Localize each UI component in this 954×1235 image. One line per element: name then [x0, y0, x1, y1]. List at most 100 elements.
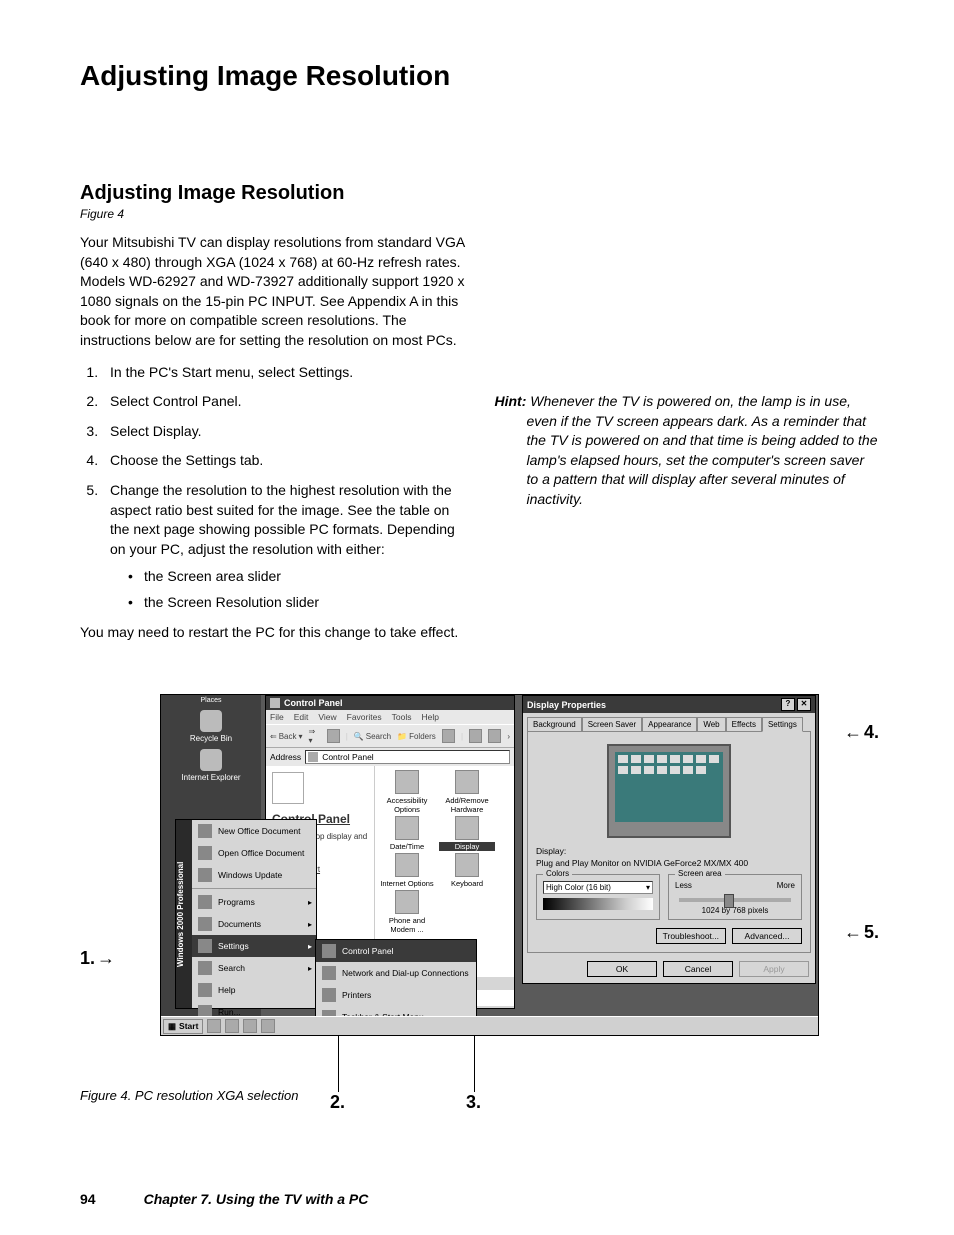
search-icon [198, 961, 212, 975]
cp-icon-keyboard[interactable]: Keyboard [439, 853, 495, 888]
up-icon[interactable] [327, 729, 340, 743]
callout-2: 2. [330, 1092, 345, 1113]
tray-icon[interactable] [207, 1019, 221, 1033]
screenshot-figure: Places Recycle Bin Internet Explorer Con… [160, 694, 819, 1036]
colors-combo[interactable]: High Color (16 bit)▾ [543, 881, 653, 894]
start-menu: Windows 2000 Professional New Office Doc… [175, 819, 317, 1009]
documents-icon [198, 917, 212, 931]
start-button[interactable]: ▦Start [163, 1019, 203, 1034]
sm-programs[interactable]: Programs▸ [192, 891, 316, 913]
chapter-title: Chapter 7. Using the TV with a PC [144, 1191, 369, 1207]
less-label: Less [675, 881, 692, 890]
sm-open-office[interactable]: Open Office Document [192, 842, 316, 864]
cp-icon-addremove[interactable]: Add/Remove Hardware [439, 770, 495, 814]
tab-screensaver[interactable]: Screen Saver [582, 717, 642, 731]
desktop-icon-ie[interactable]: Internet Explorer [161, 743, 261, 782]
step-item: Select Display. [102, 422, 465, 442]
monitor-preview [607, 744, 731, 838]
address-field[interactable]: Control Panel [305, 750, 510, 764]
separator [192, 888, 316, 889]
tab-settings[interactable]: Settings [762, 717, 803, 732]
page-footer: 94 Chapter 7. Using the TV with a PC [80, 1191, 879, 1207]
apply-button[interactable]: Apply [739, 961, 809, 977]
desktop-icon-recycle[interactable]: Recycle Bin [161, 704, 261, 743]
icon-label: Recycle Bin [190, 734, 232, 743]
search-button[interactable]: 🔍 Search [354, 732, 391, 741]
tab-effects[interactable]: Effects [726, 717, 762, 731]
update-icon [198, 868, 212, 882]
cp-icon-display[interactable]: Display [439, 816, 495, 851]
right-column: Hint: Whenever the TV is powered on, the… [495, 182, 880, 654]
tab-background[interactable]: Background [527, 717, 582, 731]
printers-icon [322, 988, 336, 1002]
display-label: Display: [536, 846, 802, 856]
cp-icon-datetime[interactable]: Date/Time [379, 816, 435, 851]
document-icon [198, 824, 212, 838]
tray-icon[interactable] [225, 1019, 239, 1033]
cp-icon-phone[interactable]: Phone and Modem ... [379, 890, 435, 934]
menu-edit[interactable]: Edit [294, 712, 309, 722]
cancel-button[interactable]: Cancel [663, 961, 733, 977]
icon-label: Internet Explorer [181, 773, 240, 782]
sm-help[interactable]: Help [192, 979, 316, 1001]
troubleshoot-button[interactable]: Troubleshoot... [656, 928, 726, 944]
sm-settings[interactable]: Settings▸ [192, 935, 316, 957]
section-heading: Adjusting Image Resolution [80, 182, 465, 205]
window-buttons: ? ✕ [781, 698, 811, 711]
datetime-icon [395, 816, 419, 840]
address-label: Address [270, 752, 301, 762]
toolbar-icon[interactable] [488, 729, 501, 743]
step-item: In the PC's Start menu, select Settings. [102, 363, 465, 383]
tray-icon[interactable] [243, 1019, 257, 1033]
page-number: 94 [80, 1191, 96, 1207]
screen-area-fieldset: Screen area Less More 1024 by 768 pixels [668, 874, 802, 920]
submenu-control-panel[interactable]: Control Panel [316, 940, 476, 962]
menu-view[interactable]: View [318, 712, 336, 722]
programs-icon [198, 895, 212, 909]
submenu-printers[interactable]: Printers [316, 984, 476, 1006]
outro-paragraph: You may need to restart the PC for this … [80, 623, 465, 643]
submenu-network[interactable]: Network and Dial-up Connections [316, 962, 476, 984]
tab-appearance[interactable]: Appearance [642, 717, 697, 731]
help-button[interactable]: ? [781, 698, 795, 711]
internet-icon [395, 853, 419, 877]
settings-icon [198, 939, 212, 953]
sm-new-office[interactable]: New Office Document [192, 820, 316, 842]
back-button[interactable]: ⇐ Back ▾ [270, 732, 303, 741]
tab-web[interactable]: Web [697, 717, 725, 731]
control-panel-icon [322, 944, 336, 958]
sub-item: the Screen Resolution slider [128, 593, 465, 613]
toolbar-icon[interactable] [469, 729, 482, 743]
page-title: Adjusting Image Resolution [80, 60, 879, 92]
cp-icon-internet[interactable]: Internet Options [379, 853, 435, 888]
hint-block: Hint: Whenever the TV is powered on, the… [495, 392, 880, 510]
address-bar: Address Control Panel [266, 748, 514, 766]
menu-favorites[interactable]: Favorites [347, 712, 382, 722]
tray-icon[interactable] [261, 1019, 275, 1033]
intro-paragraph: Your Mitsubishi TV can display resolutio… [80, 233, 465, 351]
cp-icon-accessibility[interactable]: Accessibility Options [379, 770, 435, 814]
figure-reference: Figure 4 [80, 207, 465, 221]
close-button[interactable]: ✕ [797, 698, 811, 711]
step-item: Choose the Settings tab. [102, 451, 465, 471]
document-icon [198, 846, 212, 860]
slider-thumb[interactable] [724, 894, 734, 908]
cp-menubar: File Edit View Favorites Tools Help [266, 710, 514, 724]
forward-button[interactable]: ⇒ ▾ [309, 727, 321, 745]
sm-documents[interactable]: Documents▸ [192, 913, 316, 935]
folders-button[interactable]: 📁 Folders [397, 732, 436, 741]
ok-button[interactable]: OK [587, 961, 657, 977]
start-menu-stripe: Windows 2000 Professional [176, 820, 192, 1008]
sm-search[interactable]: Search▸ [192, 957, 316, 979]
menu-tools[interactable]: Tools [392, 712, 412, 722]
callout-3: 3. [466, 1092, 481, 1113]
resolution-slider[interactable] [679, 898, 791, 902]
sub-bullets: the Screen area slider the Screen Resolu… [110, 567, 465, 612]
advanced-button[interactable]: Advanced... [732, 928, 802, 944]
menu-help[interactable]: Help [421, 712, 438, 722]
history-icon[interactable] [442, 729, 455, 743]
callout-4: 4. [844, 722, 879, 743]
sm-windows-update[interactable]: Windows Update [192, 864, 316, 886]
menu-file[interactable]: File [270, 712, 284, 722]
slider-labels: Less More [675, 881, 795, 890]
